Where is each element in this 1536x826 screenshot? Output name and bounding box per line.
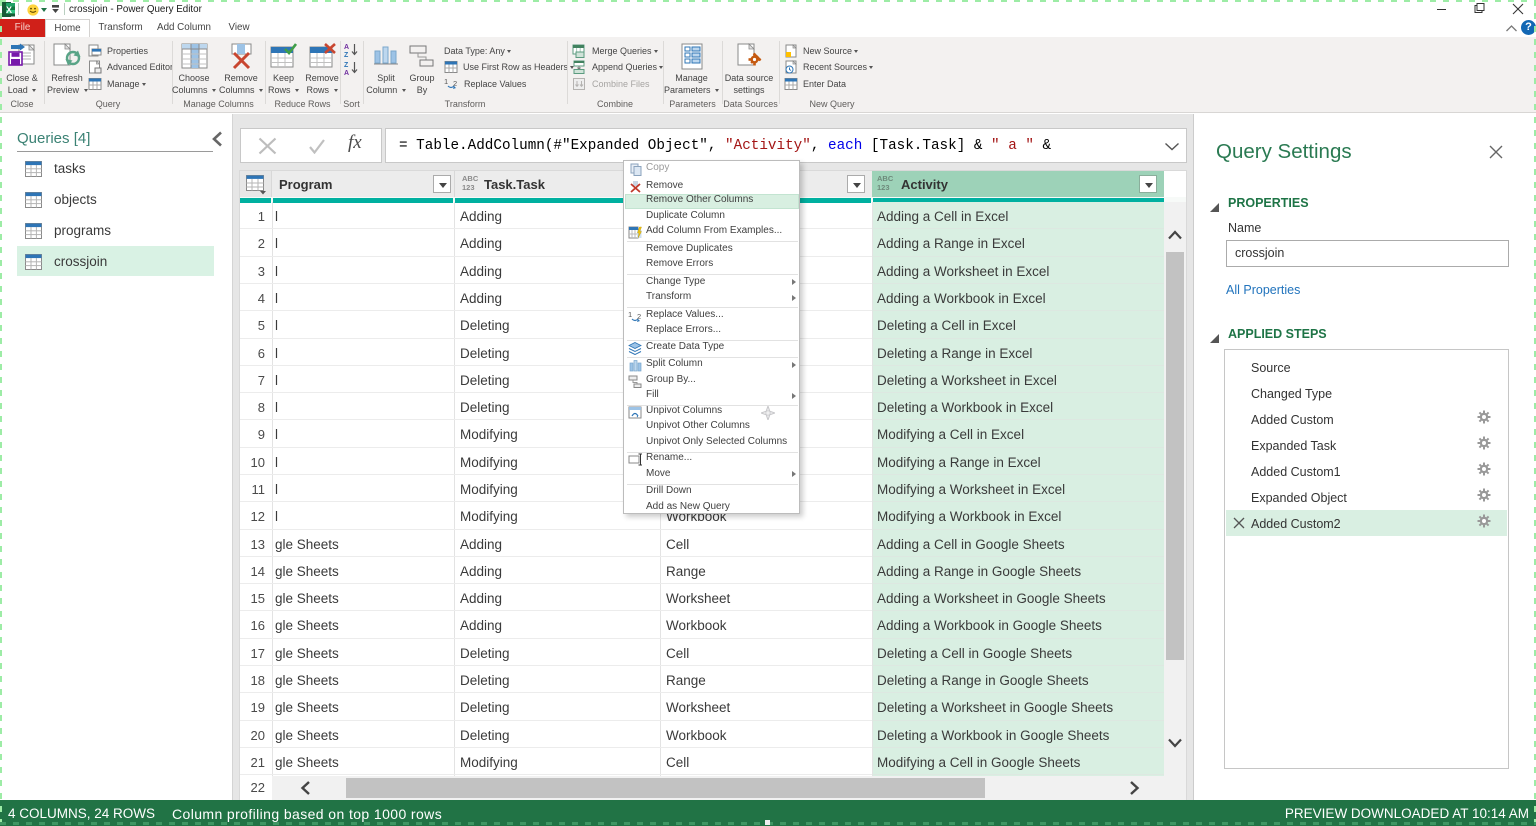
svg-text:1: 1 (444, 77, 448, 86)
svg-text:Z: Z (344, 52, 349, 57)
svg-text:X: X (6, 5, 12, 15)
svg-text:Z: Z (344, 62, 349, 69)
svg-text:A: A (344, 70, 349, 75)
svg-text:2: 2 (453, 79, 457, 88)
svg-text:A: A (344, 44, 349, 51)
svg-text:1: 1 (628, 310, 632, 319)
svg-text:2: 2 (637, 312, 641, 321)
